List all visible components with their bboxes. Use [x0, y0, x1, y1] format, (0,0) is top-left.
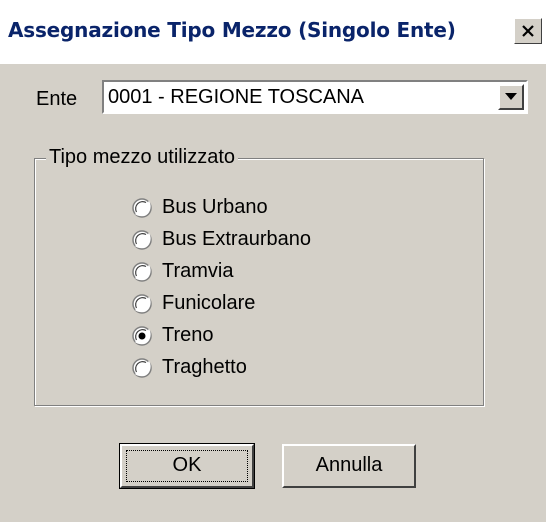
chevron-down-icon: [505, 93, 517, 100]
radio-option[interactable]: Bus Extraurbano: [132, 226, 392, 254]
ente-selected-value: 0001 - REGIONE TOSCANA: [108, 86, 365, 108]
ok-button[interactable]: OK: [119, 443, 255, 489]
radio-label: Treno: [162, 324, 214, 346]
radio-unchecked-icon[interactable]: [132, 358, 152, 378]
ok-label: OK: [172, 454, 202, 476]
radio-unchecked-icon[interactable]: [132, 198, 152, 218]
close-button[interactable]: [514, 18, 542, 44]
radio-option[interactable]: Treno: [132, 322, 392, 350]
cancel-label: Annulla: [315, 454, 383, 476]
group-legend: Tipo mezzo utilizzato: [46, 146, 238, 169]
ente-dropdown[interactable]: 0001 - REGIONE TOSCANA: [102, 80, 528, 114]
radio-label: Funicolare: [162, 292, 256, 314]
radio-label: Traghetto: [162, 356, 247, 378]
ente-label: Ente: [36, 88, 78, 110]
radio-unchecked-icon[interactable]: [132, 262, 152, 282]
radio-label: Tramvia: [162, 260, 234, 282]
radio-option[interactable]: Bus Urbano: [132, 194, 392, 222]
radio-label: Bus Urbano: [162, 196, 268, 218]
dialog-window: Assegnazione Tipo Mezzo (Singolo Ente) E…: [0, 0, 546, 522]
window-title: Assegnazione Tipo Mezzo (Singolo Ente): [8, 18, 456, 42]
radio-unchecked-icon[interactable]: [132, 294, 152, 314]
cancel-button[interactable]: Annulla: [282, 444, 416, 488]
close-icon: [522, 25, 534, 37]
radio-label: Bus Extraurbano: [162, 228, 311, 250]
radio-option[interactable]: Tramvia: [132, 258, 392, 286]
title-bar: Assegnazione Tipo Mezzo (Singolo Ente): [0, 0, 546, 64]
dropdown-arrow-button[interactable]: [498, 84, 524, 110]
radio-checked-icon[interactable]: [132, 326, 152, 346]
radio-option[interactable]: Funicolare: [132, 290, 392, 318]
radio-unchecked-icon[interactable]: [132, 230, 152, 250]
radio-option[interactable]: Traghetto: [132, 354, 392, 382]
